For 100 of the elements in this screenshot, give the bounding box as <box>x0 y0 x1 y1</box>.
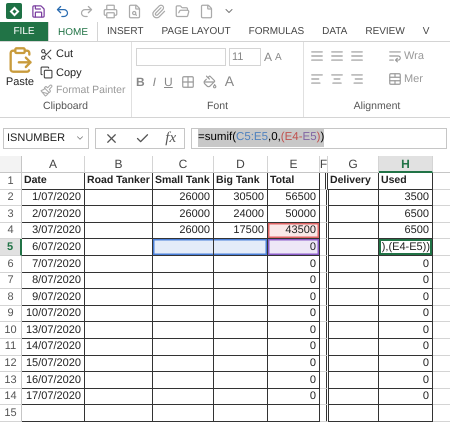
align-left-icon[interactable] <box>310 72 324 86</box>
select-all-corner[interactable] <box>0 156 22 173</box>
empty-cell <box>22 405 85 422</box>
table-cell: 3/07/2020 <box>22 222 85 240</box>
file-tab[interactable]: FILE <box>0 22 48 41</box>
column-header[interactable]: C <box>153 156 214 173</box>
ribbon-tab[interactable]: PAGE LAYOUT <box>152 22 240 41</box>
table-cell: 0 <box>268 289 320 306</box>
row-header[interactable]: 9 <box>0 306 22 322</box>
paste-button[interactable]: Paste <box>0 46 40 100</box>
table-cell: 0 <box>379 256 433 273</box>
printer-icon[interactable] <box>103 4 118 18</box>
font-name-field[interactable] <box>136 48 226 66</box>
table-cell: 0 <box>268 256 320 273</box>
column-header[interactable]: F <box>320 156 328 173</box>
column-header[interactable]: D <box>214 156 268 173</box>
column-header[interactable]: E <box>268 156 320 173</box>
empty-cell <box>85 289 153 306</box>
row-header[interactable]: 13 <box>0 372 22 389</box>
ribbon-tab[interactable]: FORMULAS <box>240 22 314 41</box>
row-header[interactable]: 2 <box>0 190 22 206</box>
table-cell: 0 <box>379 289 433 306</box>
empty-cell <box>320 322 329 339</box>
empty-cell <box>153 289 214 306</box>
undo-icon[interactable] <box>55 4 70 18</box>
empty-cell <box>85 206 153 223</box>
row-header[interactable]: 15 <box>0 405 22 422</box>
italic-button[interactable]: I <box>152 72 156 90</box>
column-header[interactable]: H <box>379 156 433 173</box>
print-preview-icon[interactable] <box>127 4 142 18</box>
ribbon-tab[interactable]: V <box>414 22 438 41</box>
wrap-icon <box>388 49 402 64</box>
align-right-icon[interactable] <box>350 72 364 86</box>
table-cell: 13/07/2020 <box>22 322 85 339</box>
column-header[interactable]: G <box>328 156 379 173</box>
empty-cell <box>214 372 268 389</box>
table-cell: 0 <box>268 239 320 256</box>
middle-align-icon[interactable] <box>330 49 344 64</box>
table-cell: 15/07/2020 <box>22 356 85 372</box>
ribbon-tab[interactable]: INSERT <box>98 22 152 41</box>
borders-icon[interactable] <box>180 74 195 88</box>
table-cell: Delivery <box>328 173 379 190</box>
table-cell: 0 <box>268 372 320 389</box>
fill-color-icon[interactable] <box>202 74 217 88</box>
ribbon-tab[interactable]: DATA <box>313 22 356 41</box>
folder-icon[interactable] <box>175 4 190 18</box>
empty-cell <box>214 356 268 372</box>
name-box[interactable]: ISNUMBER <box>3 128 89 148</box>
new-file-icon[interactable] <box>199 4 214 18</box>
top-align-icon[interactable] <box>310 49 324 64</box>
row-header[interactable]: 5 <box>0 239 22 256</box>
row-header[interactable]: 8 <box>0 289 22 306</box>
table-cell: 6500 <box>379 206 433 223</box>
row-header[interactable]: 6 <box>0 256 22 273</box>
empty-cell <box>320 388 329 406</box>
row-header[interactable]: 3 <box>0 206 22 223</box>
formula-field[interactable]: =sumif(C5:E5,0,(E4-E5)) <box>191 128 447 148</box>
empty-cell <box>85 322 153 339</box>
table-cell: Total <box>268 173 320 190</box>
save-icon[interactable] <box>31 4 46 18</box>
group-label: Clipboard <box>42 99 89 114</box>
empty-cell <box>85 306 153 322</box>
table-cell: 0 <box>379 356 433 372</box>
empty-cell <box>153 256 214 273</box>
row-header[interactable]: 1 <box>0 173 22 190</box>
row-header[interactable]: 7 <box>0 272 22 290</box>
row-header[interactable]: 14 <box>0 388 22 406</box>
column-header[interactable]: B <box>85 156 153 173</box>
grow-font-button[interactable]: A <box>264 48 272 66</box>
ribbon-tab[interactable]: REVIEW <box>356 22 414 41</box>
bottom-align-icon[interactable] <box>350 49 364 64</box>
empty-cell <box>320 338 329 356</box>
align-center-icon[interactable] <box>330 72 344 86</box>
table-cell: 6500 <box>379 222 433 240</box>
paintbrush-icon <box>40 84 53 98</box>
empty-cell <box>320 239 329 256</box>
font-color-button[interactable]: A <box>224 71 234 92</box>
table-cell: 50000 <box>268 206 320 223</box>
row-header[interactable]: 10 <box>0 322 22 339</box>
empty-cell <box>328 405 379 422</box>
row-header[interactable]: 11 <box>0 338 22 356</box>
shrink-font-button[interactable]: A <box>275 50 282 64</box>
cut-button[interactable]: Cut <box>40 46 126 62</box>
copy-button[interactable]: Copy <box>40 64 126 81</box>
table-cell: Small Tank <box>153 173 214 190</box>
paperclip-icon[interactable] <box>151 4 166 18</box>
font-size-field[interactable]: 11 <box>229 48 261 66</box>
bold-button[interactable]: B <box>136 72 145 90</box>
copy-icon <box>40 66 53 80</box>
table-cell: 0 <box>379 388 433 406</box>
group-label: Font <box>206 99 229 114</box>
redo-icon[interactable] <box>79 4 94 18</box>
insert-function-button[interactable]: fx <box>165 126 176 150</box>
ribbon-tab[interactable]: HOME <box>48 22 98 41</box>
table-cell: ),(E4-E5)) <box>379 239 433 256</box>
underline-button[interactable]: U <box>164 72 173 90</box>
table-cell: 0 <box>268 306 320 322</box>
column-header[interactable]: A <box>22 156 85 173</box>
row-header[interactable]: 12 <box>0 356 22 372</box>
empty-cell <box>320 289 329 306</box>
